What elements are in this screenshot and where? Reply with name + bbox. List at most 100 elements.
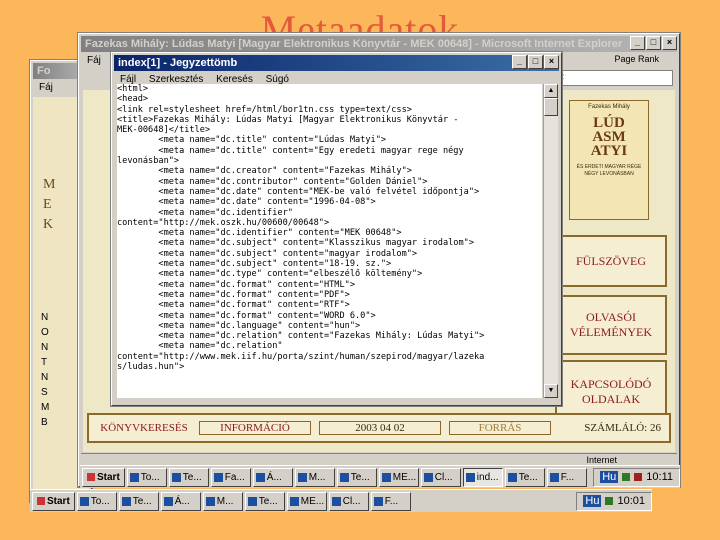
taskbar-button[interactable]: ME... <box>378 467 419 487</box>
notepad-line: <html> <box>117 84 149 94</box>
system-tray: Hu 10:01 <box>576 491 652 511</box>
taskbar-button[interactable]: ind... <box>462 467 503 487</box>
bg-label-7: T <box>41 357 48 368</box>
book-title-line-1: LÚD <box>593 115 625 131</box>
notepad-text-area[interactable]: <html> <head> <link rel=stylesheet href=/h… <box>117 84 542 398</box>
tray-icon[interactable] <box>634 473 643 481</box>
notepad-line: <meta name="dc.language" content="hun"> <box>117 320 361 331</box>
bg-label-2: K <box>43 217 54 232</box>
bg-label-6: N <box>41 342 49 353</box>
notepad-line: <meta name="dc.relation" <box>117 341 283 352</box>
start-button[interactable]: Start <box>32 491 75 511</box>
app-icon <box>171 472 181 482</box>
taskbar-button[interactable]: Te... <box>118 491 159 511</box>
bottom-link-row: KÖNYVKERESÉS INFORMÁCIÓ 2003 04 02 FORRÁ… <box>87 413 671 443</box>
minimize-button[interactable]: _ <box>630 36 645 50</box>
maximize-button[interactable]: □ <box>646 36 661 50</box>
app-icon <box>549 472 559 482</box>
taskbar-button[interactable]: Á... <box>160 491 201 511</box>
taskbar-button[interactable]: Cl... <box>420 467 461 487</box>
notepad-line: content="http://mek.oszk.hu/00600/00648"… <box>117 217 330 228</box>
notepad-scrollbar[interactable]: ▲ ▼ <box>543 84 558 398</box>
scroll-up-button[interactable]: ▲ <box>544 84 558 98</box>
link-informacio[interactable]: INFORMÁCIÓ <box>199 421 311 435</box>
notepad-line: <meta name="dc.date" content="1996-04-08… <box>117 197 376 208</box>
bg-label-9: S <box>41 387 48 398</box>
app-icon <box>507 472 517 482</box>
notepad-line: <meta name="dc.title" content="Lúdas Mat… <box>117 135 387 146</box>
app-icon <box>255 472 265 482</box>
app-icon <box>381 472 391 482</box>
windows-logo-icon <box>37 497 45 505</box>
app-icon <box>129 472 139 482</box>
ie-window-buttons: _ □ × <box>630 36 677 50</box>
taskbar-button[interactable]: M... <box>294 467 335 487</box>
app-icon <box>297 472 307 482</box>
maximize-button[interactable]: □ <box>528 55 543 69</box>
taskbar-button[interactable]: To... <box>126 467 167 487</box>
app-icon <box>213 472 223 482</box>
notepad-line: <meta name="dc.format" content="WORD 6.0… <box>117 310 376 321</box>
tray-icon[interactable] <box>605 497 614 505</box>
notepad-line: <meta name="dc.relation" content="Fazeka… <box>117 331 485 342</box>
minimize-button[interactable]: _ <box>512 55 527 69</box>
app-icon <box>373 496 383 506</box>
notepad-line: <head> <box>117 94 149 105</box>
taskbar-button[interactable]: F... <box>546 467 587 487</box>
taskbar-button[interactable]: M... <box>202 491 243 511</box>
taskbar-button[interactable]: Te... <box>336 467 377 487</box>
app-icon <box>205 496 215 506</box>
start-button[interactable]: Start <box>82 467 125 487</box>
close-button[interactable]: × <box>544 55 559 69</box>
clock: 10:01 <box>617 495 645 507</box>
app-icon <box>423 472 433 482</box>
app-icon <box>163 496 173 506</box>
scroll-down-button[interactable]: ▼ <box>544 384 558 398</box>
taskbar-button[interactable]: Te... <box>168 467 209 487</box>
notepad-line: <meta name="dc.type" content="elbeszélő … <box>117 269 423 280</box>
taskbar-button[interactable]: ME... <box>286 491 327 511</box>
link-konyvkereses[interactable]: KÖNYVKERESÉS <box>89 422 199 434</box>
ie-addressbar[interactable]: IF <box>553 70 673 86</box>
link-fulszoveg[interactable]: FÜLSZÖVEG <box>555 235 667 287</box>
scroll-thumb[interactable] <box>544 98 558 116</box>
book-cover[interactable]: Fazekas Mihály LÚD ASM ATYI ÉS ERDETI MA… <box>569 100 649 220</box>
taskbar-button[interactable]: Á... <box>252 467 293 487</box>
taskbar-button[interactable]: Cl... <box>328 491 369 511</box>
taskbar-button[interactable]: Te... <box>504 467 545 487</box>
page-date: 2003 04 02 <box>319 421 441 435</box>
bg-label-1: E <box>43 197 52 212</box>
app-icon <box>121 496 131 506</box>
notepad-line: s/ludas.hun"> <box>117 362 185 373</box>
notepad-line: <meta name="dc.identifier" <box>117 207 293 218</box>
taskbar-button[interactable]: Fa... <box>210 467 251 487</box>
language-indicator[interactable]: Hu <box>583 495 602 507</box>
bg-label-11: B <box>41 417 48 428</box>
ie-toolbar-right[interactable]: Page Rank <box>614 54 659 64</box>
language-indicator[interactable]: Hu <box>600 471 619 483</box>
taskbar-button[interactable]: To... <box>76 491 117 511</box>
task-list: To... Te... Á... M... Te... ME... Cl... F... <box>76 491 411 511</box>
link-olvasoi-velemenyek[interactable]: OLVASÓI VÉLEMÉNYEK <box>555 295 667 355</box>
link-forras[interactable]: FORRÁS <box>449 421 551 435</box>
notepad-titlebar[interactable]: index[1] - Jegyzettömb <box>114 55 559 71</box>
bg-label-5: O <box>41 327 49 338</box>
app-icon <box>339 472 349 482</box>
ie-titlebar[interactable]: Fazekas Mihály: Lúdas Matyi [Magyar Elek… <box>81 36 677 52</box>
notepad-line: <meta name="dc.creator" content="Fazekas… <box>117 166 412 177</box>
book-title-line-3: ATYI <box>590 143 628 159</box>
system-tray: Hu 10:11 <box>593 467 680 487</box>
taskbar-button[interactable]: F... <box>370 491 411 511</box>
close-button[interactable]: × <box>662 36 677 50</box>
notepad-line: <meta name="dc.format" content="PDF"> <box>117 289 350 300</box>
notepad-line: <meta name="dc.contributor" content="Gol… <box>117 176 428 187</box>
bg-label-4: N <box>41 312 49 323</box>
notepad-line: <title>Fazekas Mihály: Lúdas Matyi [Magy… <box>117 114 459 125</box>
taskbar-button[interactable]: Te... <box>244 491 285 511</box>
notepad-line: MEK-00648]</title> <box>117 125 211 136</box>
notepad-line: <meta name="dc.date" content="MEK-be val… <box>117 186 480 197</box>
tray-icon[interactable] <box>622 473 631 481</box>
app-icon <box>465 472 475 482</box>
task-list: To... Te... Fa... Á... M... Te... ME... Cl... in… <box>126 467 587 487</box>
notepad-line: <meta name="dc.title" content="Egy erede… <box>117 145 464 156</box>
